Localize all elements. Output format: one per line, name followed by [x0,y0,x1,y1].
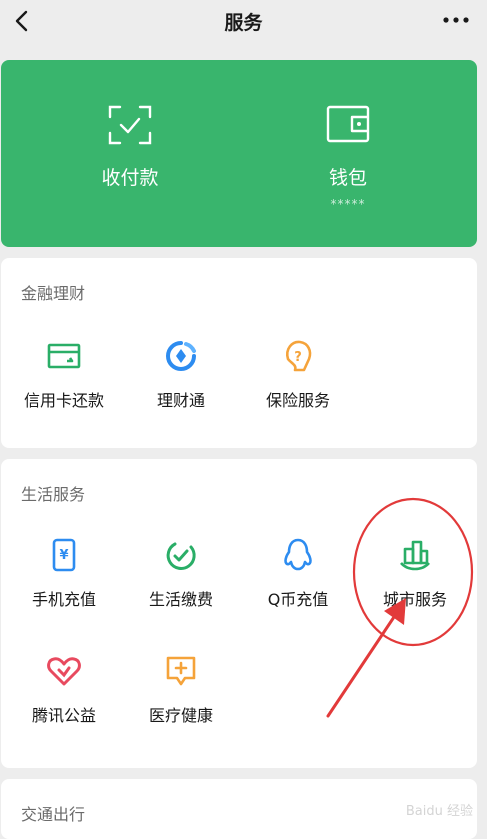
insurance-label: 保险服务 [265,391,330,410]
wallet-icon [326,105,370,143]
finance-section-title: 金融理财 [21,284,86,303]
tencent-charity-button[interactable]: 腾讯公益 [6,653,122,749]
payment-card: 收付款 钱包 ***** [1,60,477,247]
medical-health-label: 医疗健康 [148,706,213,725]
watermark: Baidu 经验 [405,804,473,819]
city-services-label: 城市服务 [382,590,447,609]
bill-pay-button[interactable]: 生活缴费 [123,537,239,633]
life-section-title: 生活服务 [21,485,86,504]
insurance-icon: ? [286,340,312,372]
city-services-button[interactable]: 城市服务 [357,537,473,633]
insurance-button[interactable]: ? 保险服务 [240,338,356,434]
receive-pay-button[interactable]: 收付款 [30,60,230,247]
page-title: 服务 [224,12,263,34]
wallet-balance-hidden: ***** [330,197,366,211]
svg-text:?: ? [294,350,302,365]
medical-icon [166,656,196,686]
transport-section-title: 交通出行 [21,805,86,824]
wealth-icon [166,341,196,371]
bill-pay-icon [166,542,196,570]
phone-topup-label: 手机充值 [31,590,96,609]
receive-pay-label: 收付款 [101,167,159,189]
life-services-section: 生活服务 ¥ 手机充值 生活缴费 Q币充值 城市服务 腾讯公益 医疗健康 [1,459,477,768]
credit-card-icon [47,343,81,369]
top-bar: 服务 [0,0,487,44]
phone-topup-icon: ¥ [52,538,76,572]
phone-topup-button[interactable]: ¥ 手机充值 [6,537,122,633]
wallet-button[interactable]: 钱包 ***** [248,60,448,247]
credit-card-repay-label: 信用卡还款 [23,391,104,410]
licaitong-label: 理财通 [156,391,205,410]
scan-qr-icon [108,105,152,145]
finance-section: 金融理财 信用卡还款 理财通 ? 保险服务 [1,258,477,448]
wallet-label: 钱包 [328,167,367,189]
tencent-charity-label: 腾讯公益 [31,706,96,725]
bill-pay-label: 生活缴费 [148,590,213,609]
more-button[interactable] [441,8,471,32]
credit-card-repay-button[interactable]: 信用卡还款 [6,338,122,434]
qcoin-topup-label: Q币充值 [267,590,329,609]
city-icon [400,540,430,571]
svg-text:¥: ¥ [59,548,68,563]
licaitong-button[interactable]: 理财通 [123,338,239,434]
more-dots-icon [443,17,469,23]
medical-health-button[interactable]: 医疗健康 [123,653,239,749]
qcoin-topup-button[interactable]: Q币充值 [240,537,356,633]
charity-heart-icon [47,657,81,686]
qq-penguin-icon [284,538,312,571]
